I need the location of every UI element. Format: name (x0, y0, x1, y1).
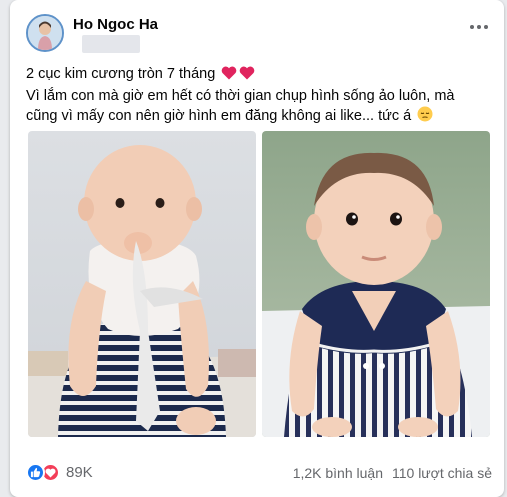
like-reaction-icon (26, 463, 45, 482)
pensive-face-icon (417, 106, 433, 128)
shares-count-link[interactable]: 110 lượt chia sẻ (392, 465, 492, 481)
reactions-summary[interactable]: 89K (26, 463, 93, 482)
reaction-count: 89K (66, 464, 93, 481)
heart-icon (221, 66, 237, 86)
heart-icon (239, 66, 255, 86)
caption-line-1-text: 2 cục kim cương tròn 7 tháng (26, 66, 216, 82)
caption-line-1: 2 cục kim cương tròn 7 tháng (26, 64, 496, 86)
caption-line-3-text: cũng vì mấy con nên giờ hình em đăng khô… (26, 108, 412, 124)
avatar[interactable] (26, 14, 64, 52)
more-options-button[interactable] (466, 18, 492, 36)
engagement-stats: 1,2K bình luận 110 lượt chia sẻ (293, 465, 492, 481)
comments-count-link[interactable]: 1,2K bình luận (293, 465, 383, 481)
dot (477, 25, 481, 29)
dot (470, 25, 474, 29)
post-photo-2[interactable] (262, 131, 490, 437)
post-card: Ho Ngoc Ha 2 cục kim cương tròn 7 tháng … (10, 0, 504, 497)
post-photo-1[interactable] (28, 131, 256, 437)
caption-line-3: cũng vì mấy con nên giờ hình em đăng khô… (26, 106, 496, 128)
dot (484, 25, 488, 29)
post-timestamp-redacted (82, 35, 140, 53)
author-name[interactable]: Ho Ngoc Ha (73, 16, 158, 33)
post-caption: 2 cục kim cương tròn 7 tháng Vì lắm con … (26, 64, 496, 128)
caption-line-2: Vì lắm con mà giờ em hết có thời gian ch… (26, 88, 455, 104)
